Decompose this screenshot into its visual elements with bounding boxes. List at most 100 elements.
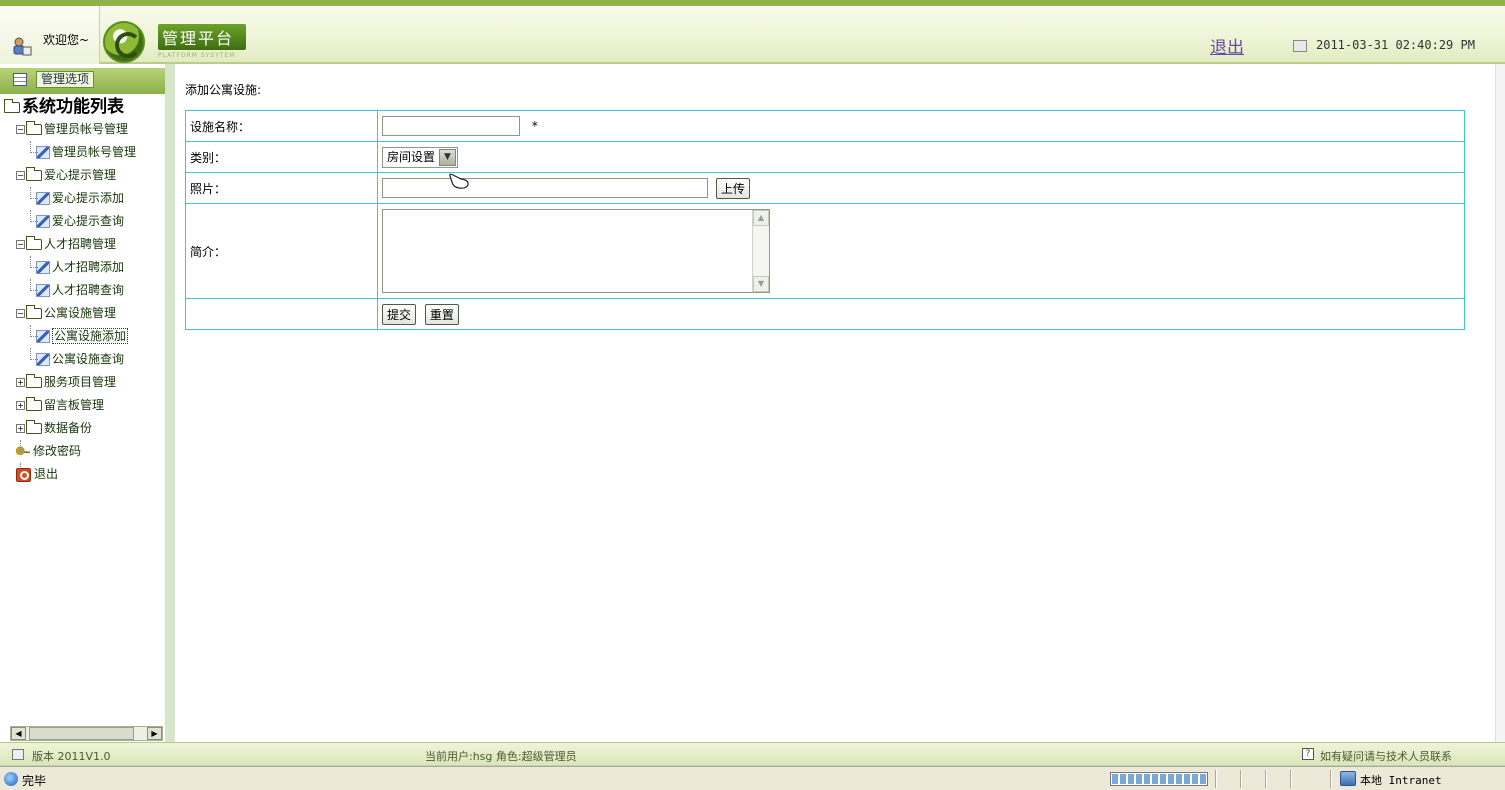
app-header: 欢迎您~ 管理平台 PLATFORM SYSYTEM 退出 2011-03-31… bbox=[0, 0, 1505, 64]
tree-root: 系统功能列表 bbox=[2, 96, 157, 118]
form-row-category: 类别： 房间设置 ▼ bbox=[185, 141, 1465, 173]
tree-group-love-tips[interactable]: − 爱心提示管理 bbox=[10, 164, 165, 187]
tree-item-label: 退出 bbox=[34, 467, 59, 481]
pencil-page-icon bbox=[36, 192, 50, 205]
progress-bar bbox=[1110, 772, 1208, 786]
reset-button[interactable]: 重置 bbox=[424, 303, 459, 325]
page-title: 添加公寓设施: bbox=[185, 83, 262, 97]
tree-item-change-password[interactable]: 修改密码 bbox=[10, 440, 165, 463]
expand-icon[interactable]: + bbox=[16, 401, 25, 410]
tree-group-label: 人才招聘管理 bbox=[44, 237, 117, 251]
category-selected-value: 房间设置 bbox=[387, 149, 436, 164]
welcome-text: 欢迎您~ bbox=[43, 33, 90, 47]
datetime-display: 2011-03-31 02:40:29 PM bbox=[1316, 38, 1475, 52]
tree-group-label: 服务项目管理 bbox=[44, 375, 117, 389]
form-row-actions: 提交 重置 bbox=[185, 298, 1465, 330]
folder-icon bbox=[26, 305, 42, 319]
textarea-scrollbar[interactable]: ▲ ▼ bbox=[752, 210, 769, 292]
category-label: 类别： bbox=[185, 141, 378, 173]
submit-button[interactable]: 提交 bbox=[382, 303, 417, 325]
expand-icon[interactable]: + bbox=[16, 378, 25, 387]
intro-textarea[interactable]: ▲ ▼ bbox=[382, 209, 770, 293]
app-footer: 版本 2011V1.0 当前用户:hsg 角色:超级管理员 ? 如有疑问请与技术… bbox=[0, 742, 1505, 766]
tree-item-recruitment-add[interactable]: 人才招聘添加 bbox=[10, 256, 165, 279]
folder-icon bbox=[26, 420, 42, 434]
actions-cell: 提交 重置 bbox=[377, 298, 1465, 330]
status-divider bbox=[1240, 770, 1242, 788]
tree-item-recruitment-query[interactable]: 人才招聘查询 bbox=[10, 279, 165, 302]
sidebar: 管理选项 系统功能列表 − 管理员帐号管理 管理员帐号管理 − 爱心提示管理 爱心提… bbox=[0, 64, 175, 742]
sidebar-tab-manage-options[interactable]: 管理选项 bbox=[36, 71, 95, 88]
tree-group-services[interactable]: + 服务项目管理 bbox=[10, 371, 165, 394]
tree-item-label: 公寓设施添加 bbox=[52, 328, 129, 344]
photo-path-input[interactable] bbox=[382, 178, 708, 198]
chevron-down-icon[interactable]: ▼ bbox=[439, 148, 457, 166]
browser-status-bar: 完毕 本地 Intranet bbox=[0, 766, 1505, 790]
tree-group-facilities[interactable]: − 公寓设施管理 bbox=[10, 302, 165, 325]
tree-group-admin-account[interactable]: − 管理员帐号管理 bbox=[10, 118, 165, 141]
tree-item-love-tips-add[interactable]: 爱心提示添加 bbox=[10, 187, 165, 210]
status-text: 完毕 bbox=[22, 774, 47, 788]
category-select[interactable]: 房间设置 ▼ bbox=[382, 146, 459, 168]
collapse-icon[interactable]: − bbox=[16, 125, 25, 134]
category-cell: 房间设置 ▼ bbox=[377, 141, 1465, 173]
tree-group-label: 数据备份 bbox=[44, 421, 93, 435]
tree-group-label: 爱心提示管理 bbox=[44, 168, 117, 182]
upload-button[interactable]: 上传 bbox=[715, 177, 750, 199]
scrollbar-thumb[interactable] bbox=[29, 727, 134, 740]
facility-form: 设施名称： * 类别： 房间设置 ▼ 照片： 上传 简介： ▲ ▼ 提交 重置 bbox=[185, 110, 1465, 330]
list-icon bbox=[13, 73, 27, 86]
tree-item-facilities-query[interactable]: 公寓设施查询 bbox=[10, 348, 165, 371]
sidebar-horizontal-scrollbar[interactable]: ◀ ▶ bbox=[10, 726, 163, 741]
scroll-up-icon[interactable]: ▲ bbox=[753, 210, 769, 226]
status-divider bbox=[1215, 770, 1217, 788]
tree-item-label: 管理员帐号管理 bbox=[52, 145, 137, 159]
pencil-page-icon bbox=[36, 353, 50, 366]
tree-group-recruitment[interactable]: − 人才招聘管理 bbox=[10, 233, 165, 256]
scroll-down-icon[interactable]: ▼ bbox=[753, 276, 769, 292]
scroll-left-icon[interactable]: ◀ bbox=[11, 727, 26, 740]
current-user-info: 当前用户:hsg 角色:超级管理员 bbox=[425, 750, 577, 763]
facility-name-input[interactable] bbox=[382, 116, 520, 136]
tree-root-label: 系统功能列表 bbox=[22, 97, 124, 117]
tree-item-label: 公寓设施查询 bbox=[52, 352, 125, 366]
name-cell: * bbox=[377, 110, 1465, 142]
tree-item-label: 人才招聘添加 bbox=[52, 260, 125, 274]
scroll-right-icon[interactable]: ▶ bbox=[147, 727, 162, 740]
form-row-name: 设施名称： * bbox=[185, 110, 1465, 142]
logout-link[interactable]: 退出 bbox=[1210, 33, 1244, 58]
tree-group-label: 留言板管理 bbox=[44, 398, 105, 412]
tree-item-label: 修改密码 bbox=[33, 444, 82, 458]
intro-label: 简介： bbox=[185, 203, 378, 299]
tree-item-love-tips-query[interactable]: 爱心提示查询 bbox=[10, 210, 165, 233]
welcome-panel: 欢迎您~ bbox=[0, 6, 100, 64]
help-icon: ? bbox=[1302, 748, 1314, 760]
target-logo-icon bbox=[103, 21, 145, 63]
tree-item-admin-account[interactable]: 管理员帐号管理 bbox=[10, 141, 165, 164]
security-zone-text: 本地 Intranet bbox=[1360, 774, 1442, 787]
folder-icon bbox=[26, 236, 42, 250]
collapse-icon[interactable]: − bbox=[16, 171, 25, 180]
page-done-icon bbox=[4, 772, 18, 786]
pencil-page-icon bbox=[36, 261, 50, 274]
photo-label: 照片： bbox=[185, 172, 378, 204]
form-row-intro: 简介： ▲ ▼ bbox=[185, 203, 1465, 299]
brand-logo: 管理平台 PLATFORM SYSYTEM bbox=[158, 24, 246, 62]
tree-item-label: 爱心提示查询 bbox=[52, 214, 125, 228]
page-vertical-scrollbar[interactable] bbox=[1495, 64, 1505, 742]
folder-icon bbox=[26, 374, 42, 388]
collapse-icon[interactable]: − bbox=[16, 240, 25, 249]
tree-group-data-backup[interactable]: + 数据备份 bbox=[10, 417, 165, 440]
tree-group-label: 公寓设施管理 bbox=[44, 306, 117, 320]
globe-icon bbox=[1340, 771, 1356, 786]
collapse-icon[interactable]: − bbox=[16, 309, 25, 318]
name-label: 设施名称： bbox=[185, 110, 378, 142]
expand-icon[interactable]: + bbox=[16, 424, 25, 433]
tree-group-label: 管理员帐号管理 bbox=[44, 122, 129, 136]
tree-group-message-board[interactable]: + 留言板管理 bbox=[10, 394, 165, 417]
tree-item-facilities-add[interactable]: 公寓设施添加 bbox=[10, 325, 165, 348]
pencil-page-icon bbox=[36, 284, 50, 297]
progress-fill bbox=[1112, 774, 1206, 784]
tree-item-logout[interactable]: 退出 bbox=[10, 463, 165, 486]
power-icon bbox=[16, 467, 31, 482]
